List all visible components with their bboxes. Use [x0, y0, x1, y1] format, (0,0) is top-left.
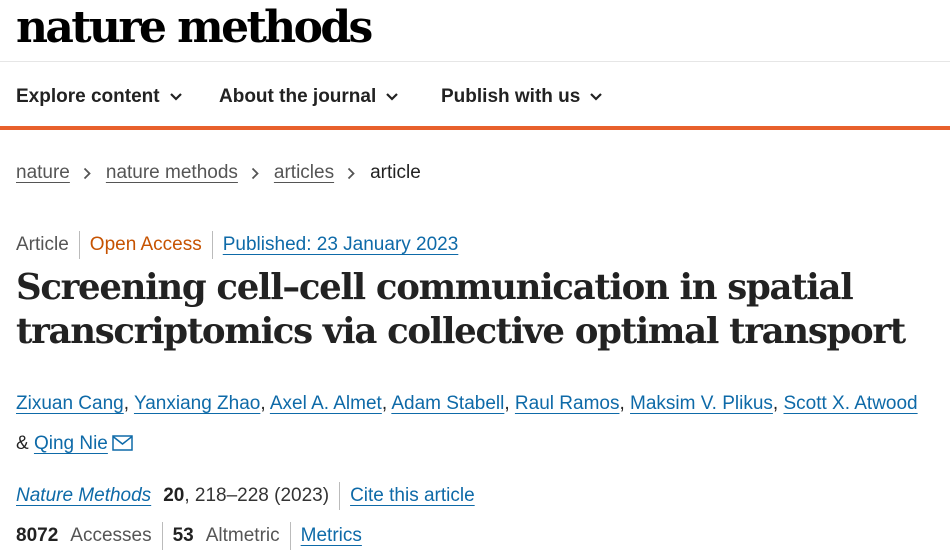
accesses-label: Accesses — [70, 525, 152, 546]
author-separator: , — [260, 393, 270, 414]
author-separator: , — [619, 393, 631, 414]
author-separator: , — [123, 393, 134, 414]
article-meta: Article Open Access Published: 23 Januar… — [16, 231, 459, 259]
volume-number: 20 — [163, 485, 185, 506]
article-title: Screening cell–cell communication in spa… — [16, 267, 906, 352]
pages-year: , 218–228 (2023) — [184, 485, 330, 506]
journal-logo[interactable]: nature methods — [16, 0, 373, 56]
breadcrumb: nature nature methods articles article — [16, 162, 421, 184]
citation-line: Nature Methods 20, 218–228 (2023) Cite t… — [16, 482, 475, 510]
chevron-down-icon — [590, 91, 603, 103]
site-header: nature methods — [0, 0, 950, 62]
author-link-corresponding[interactable]: Qing Nie — [34, 433, 108, 454]
author-list: Zixuan Cang, Yanxiang Zhao, Axel A. Alme… — [16, 384, 946, 464]
nav-explore-content[interactable]: Explore content — [16, 86, 182, 108]
breadcrumb-current: article — [370, 162, 421, 183]
breadcrumb-link-articles[interactable]: articles — [274, 162, 334, 184]
divider — [78, 231, 80, 259]
breadcrumb-link-nature-methods[interactable]: nature methods — [106, 162, 238, 184]
published-date-link[interactable]: Published: 23 January 2023 — [223, 234, 459, 256]
nav-item-label: About the journal — [219, 86, 377, 107]
breadcrumb-link-nature[interactable]: nature — [16, 162, 70, 184]
author-link[interactable]: Scott X. Atwood — [783, 393, 917, 414]
author-link[interactable]: Raul Ramos — [515, 393, 620, 414]
nav-about-journal[interactable]: About the journal — [219, 86, 399, 108]
chevron-right-icon — [251, 167, 261, 180]
author-joiner: & — [16, 433, 34, 454]
open-access-badge: Open Access — [89, 234, 202, 255]
chevron-right-icon — [347, 167, 357, 180]
metrics-link[interactable]: Metrics — [301, 525, 362, 547]
accesses-count: 8072 — [16, 525, 59, 546]
divider — [211, 231, 213, 259]
author-link[interactable]: Yanxiang Zhao — [134, 393, 260, 414]
metrics-line: 8072 Accesses 53 Altmetric Metrics — [16, 522, 362, 550]
chevron-down-icon — [169, 91, 182, 103]
journal-name-link[interactable]: Nature Methods — [16, 485, 151, 507]
author-separator: , — [772, 393, 784, 414]
chevron-right-icon — [83, 167, 93, 180]
author-link[interactable]: Zixuan Cang — [16, 393, 124, 414]
article-type: Article — [16, 234, 69, 255]
nav-item-label: Publish with us — [441, 86, 581, 107]
altmetric-count: 53 — [172, 525, 194, 546]
author-link[interactable]: Maksim V. Plikus — [630, 393, 773, 414]
main-nav: Explore content About the journal Publis… — [0, 62, 950, 130]
divider — [289, 522, 291, 550]
divider — [161, 522, 163, 550]
divider — [339, 482, 341, 510]
cite-this-article-link[interactable]: Cite this article — [350, 485, 475, 507]
author-separator: , — [504, 393, 515, 414]
mail-icon[interactable] — [112, 426, 133, 451]
altmetric-label: Altmetric — [205, 525, 280, 546]
author-separator: , — [381, 393, 392, 414]
nav-publish-with-us[interactable]: Publish with us — [441, 86, 603, 108]
nav-item-label: Explore content — [16, 86, 160, 107]
author-link[interactable]: Adam Stabell — [391, 393, 504, 414]
chevron-down-icon — [386, 91, 399, 103]
author-link[interactable]: Axel A. Almet — [270, 393, 382, 414]
